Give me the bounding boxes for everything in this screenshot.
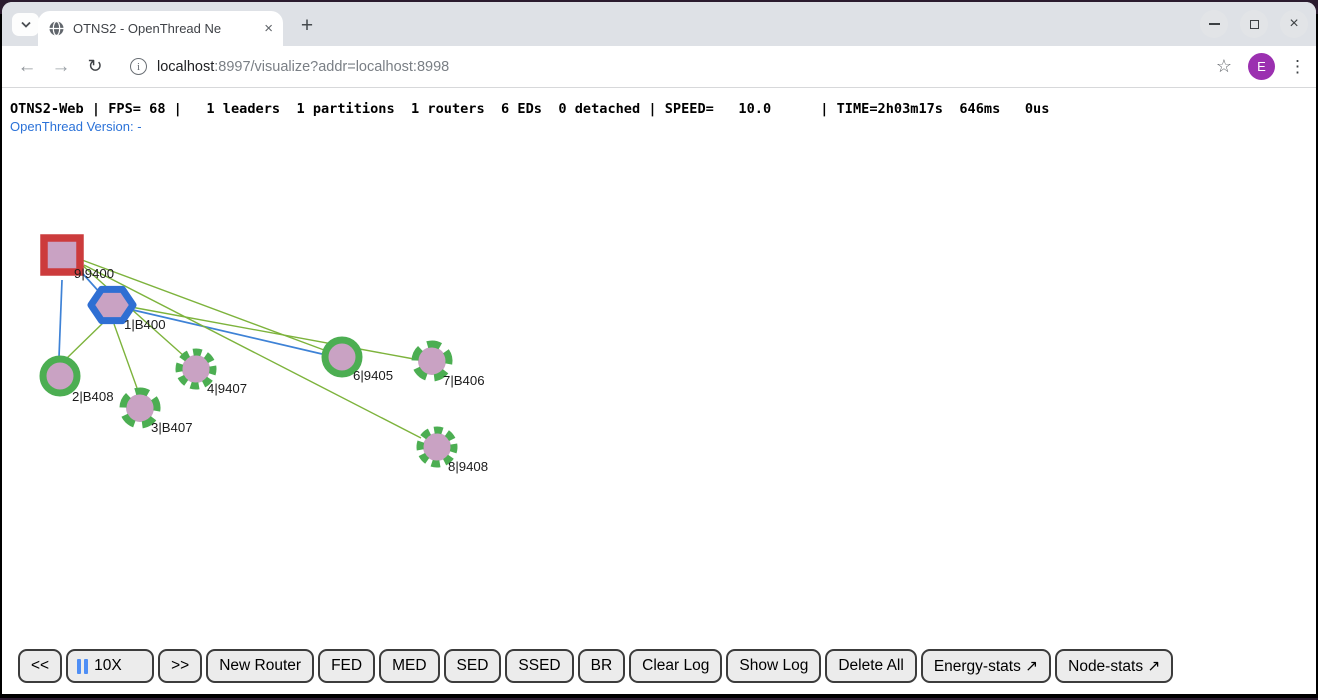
reload-button[interactable]: ↻: [78, 56, 112, 77]
button-label: <<: [31, 657, 49, 675]
node-label: 8|9408: [448, 459, 488, 474]
back-button[interactable]: ←: [10, 56, 44, 78]
button-label: >>: [171, 657, 189, 675]
node-1[interactable]: [91, 289, 133, 320]
step-forward-button[interactable]: >>: [158, 649, 202, 683]
page-content: OTNS2-Web | FPS= 68 | 1 leaders 1 partit…: [2, 88, 1316, 692]
button-label: Delete All: [838, 657, 903, 675]
node-stats-button[interactable]: Node-stats ↗: [1055, 649, 1173, 683]
site-info-icon[interactable]: i: [130, 58, 147, 75]
status-bar: OTNS2-Web | FPS= 68 | 1 leaders 1 partit…: [10, 101, 1049, 117]
tab-close-icon[interactable]: ×: [264, 21, 273, 36]
delete-all-button[interactable]: Delete All: [825, 649, 916, 683]
br-button[interactable]: BR: [578, 649, 626, 683]
button-label: Show Log: [739, 657, 808, 675]
link-1-6: [133, 310, 322, 354]
button-label: FED: [331, 657, 362, 675]
button-label: BR: [591, 657, 613, 675]
browser-window: OTNS2 - OpenThread Ne × + × ← → ↻ i loca…: [2, 2, 1316, 694]
fed-button[interactable]: FED: [318, 649, 375, 683]
link-1-7: [131, 307, 414, 359]
step-back-button[interactable]: <<: [18, 649, 62, 683]
node-label: 3|B407: [151, 420, 193, 435]
tab-strip: OTNS2 - OpenThread Ne × + ×: [2, 2, 1316, 46]
clear-log-button[interactable]: Clear Log: [629, 649, 722, 683]
avatar[interactable]: E: [1248, 53, 1275, 80]
globe-icon: [48, 20, 65, 37]
button-label: 10X: [94, 657, 122, 675]
button-label: Energy-stats ↗: [934, 657, 1038, 676]
node-label: 6|9405: [353, 368, 393, 383]
forward-button[interactable]: →: [44, 56, 78, 78]
speed-button[interactable]: 10X: [66, 649, 154, 683]
url-host: localhost: [157, 59, 214, 75]
new-tab-button[interactable]: +: [293, 12, 321, 40]
pause-icon: [77, 659, 88, 674]
button-label: SSED: [518, 657, 560, 675]
menu-dots-icon[interactable]: ⋮: [1289, 57, 1306, 77]
sed-button[interactable]: SED: [444, 649, 502, 683]
link-1-3: [114, 324, 137, 388]
med-button[interactable]: MED: [379, 649, 439, 683]
link-1-2: [66, 321, 105, 359]
new-router-button[interactable]: New Router: [206, 649, 314, 683]
maximize-button[interactable]: [1240, 10, 1268, 38]
bookmark-star-icon[interactable]: ☆: [1216, 56, 1232, 77]
node-label: 1|B400: [124, 317, 166, 332]
button-label: New Router: [219, 657, 301, 675]
button-label: SED: [457, 657, 489, 675]
node-label: 4|9407: [207, 381, 247, 396]
maximize-icon: [1250, 20, 1259, 29]
browser-toolbar: ← → ↻ i localhost:8997/visualize?addr=lo…: [2, 46, 1316, 88]
tab-title: OTNS2 - OpenThread Ne: [73, 21, 256, 36]
button-label: Node-stats ↗: [1068, 657, 1160, 676]
tab-search-button[interactable]: [12, 13, 39, 36]
chevron-down-icon: [20, 21, 32, 29]
show-log-button[interactable]: Show Log: [726, 649, 821, 683]
url-path: :8997/visualize?addr=localhost:8998: [214, 59, 449, 75]
ssed-button[interactable]: SSED: [505, 649, 573, 683]
button-label: Clear Log: [642, 657, 709, 675]
network-canvas: 9|94001|B4002|B4083|B4074|94076|94057|B4…: [2, 88, 1316, 692]
openthread-version-link[interactable]: OpenThread Version: -: [10, 119, 142, 134]
node-label: 7|B406: [443, 373, 485, 388]
minimize-icon: [1209, 23, 1220, 25]
minimize-button[interactable]: [1200, 10, 1228, 38]
button-label: MED: [392, 657, 426, 675]
url-bar[interactable]: localhost:8997/visualize?addr=localhost:…: [157, 59, 1216, 75]
action-toolbar: << 10X >> New Router FED MED SED SSED BR Clear Lo…: [18, 649, 1173, 683]
energy-stats-button[interactable]: Energy-stats ↗: [921, 649, 1051, 683]
close-button[interactable]: ×: [1280, 10, 1308, 38]
browser-tab[interactable]: OTNS2 - OpenThread Ne ×: [38, 11, 283, 46]
window-controls: ×: [1200, 10, 1308, 38]
link-9-2: [59, 280, 62, 357]
node-label: 2|B408: [72, 389, 114, 404]
close-icon: ×: [1289, 16, 1298, 32]
node-9[interactable]: [44, 238, 80, 272]
